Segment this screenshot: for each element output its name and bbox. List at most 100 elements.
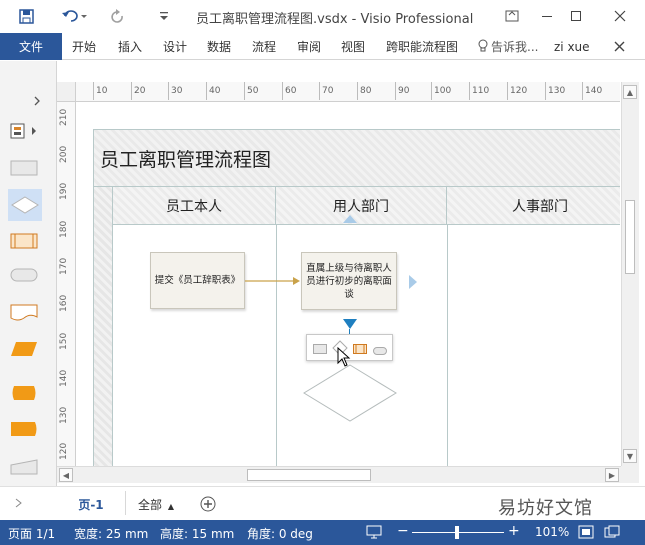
horizontal-scrollbar[interactable]: ◀ ▶ xyxy=(57,466,621,483)
document-shape-icon[interactable] xyxy=(10,304,38,325)
v-ruler-tick: 130 xyxy=(59,406,69,424)
ribbon-display-options-button[interactable] xyxy=(497,4,527,28)
process-shape-interview[interactable]: 直属上级与待离职人员进行初步的离职面谈 xyxy=(301,252,397,310)
scroll-corner xyxy=(621,466,639,483)
data-shape-icon[interactable] xyxy=(10,341,38,360)
page-tab-divider xyxy=(125,491,126,515)
tab-review[interactable]: 审阅 xyxy=(297,33,321,60)
terminator-shape-icon[interactable] xyxy=(10,268,38,285)
tab-process[interactable]: 流程 xyxy=(252,33,276,60)
autoconnect-arrow-right-icon[interactable] xyxy=(409,275,417,292)
vertical-ruler: 210 200 190 180 170 160 150 140 130 120 xyxy=(57,102,76,466)
v-ruler-tick: 180 xyxy=(59,220,69,238)
zoom-level[interactable]: 101% xyxy=(535,525,569,539)
status-angle: 角度: 0 deg xyxy=(247,527,313,541)
tab-design[interactable]: 设计 xyxy=(163,33,187,60)
switch-windows-icon[interactable] xyxy=(604,525,620,542)
h-ruler-tick: 100 xyxy=(430,82,452,100)
zoom-in-icon[interactable]: + xyxy=(508,523,520,539)
customize-quick-access-icon[interactable] xyxy=(152,6,176,26)
presentation-mode-icon[interactable] xyxy=(366,525,382,542)
page-tab-1[interactable]: 页-1 xyxy=(66,490,116,518)
mini-process-shape-icon[interactable] xyxy=(313,343,327,357)
pool-header: 员工离职管理流程图 xyxy=(94,130,620,187)
scroll-left-icon[interactable]: ◀ xyxy=(59,468,73,482)
restore-button[interactable] xyxy=(561,4,591,28)
tab-insert[interactable]: 插入 xyxy=(118,33,142,60)
status-bar: 页面 1/1 宽度: 25 mm 高度: 15 mm 角度: 0 deg − +… xyxy=(0,520,645,545)
autoconnect-arrow-up-icon[interactable] xyxy=(343,212,357,226)
external-data-shape-icon[interactable] xyxy=(10,421,38,440)
stencil-menu-icon[interactable] xyxy=(10,123,40,142)
database-shape-icon[interactable] xyxy=(10,385,38,404)
mini-terminator-shape-icon[interactable] xyxy=(373,344,387,358)
h-ruler-tick: 120 xyxy=(506,82,528,100)
subprocess-shape-icon[interactable] xyxy=(10,233,38,252)
close-ribbon-icon[interactable] xyxy=(614,33,625,60)
horizontal-scroll-thumb[interactable] xyxy=(247,469,371,481)
tell-me-label: 告诉我... xyxy=(491,40,539,54)
diagram-title[interactable]: 员工离职管理流程图 xyxy=(100,145,271,172)
shapes-panel xyxy=(0,61,57,486)
status-page[interactable]: 页面 1/1 xyxy=(8,525,55,542)
manual-input-shape-icon[interactable] xyxy=(10,459,38,478)
expand-panel-icon[interactable] xyxy=(33,95,41,109)
window-title: 员工离职管理流程图.vsdx - Visio Professional xyxy=(196,12,474,27)
h-ruler-tick: 10 xyxy=(92,82,108,100)
fit-page-icon[interactable] xyxy=(578,525,594,542)
h-ruler-tick: 70 xyxy=(318,82,334,100)
v-ruler-tick: 190 xyxy=(59,182,69,200)
lane-header-department[interactable]: 用人部门 xyxy=(276,187,447,225)
tab-cross-functional[interactable]: 跨职能流程图 xyxy=(386,33,458,60)
page-nav-arrows[interactable] xyxy=(14,497,24,511)
all-pages-dropdown[interactable]: 全部 ▲ xyxy=(138,496,174,513)
process-shape-submit-form[interactable]: 提交《员工辞职表》 xyxy=(150,252,245,309)
h-ruler-tick: 110 xyxy=(468,82,490,100)
process-shape-icon[interactable] xyxy=(10,160,38,179)
tell-me-search[interactable]: 告诉我... xyxy=(478,33,538,60)
ruler-corner xyxy=(57,82,76,102)
user-account[interactable]: zi xue xyxy=(554,33,590,60)
tab-file[interactable]: 文件 xyxy=(0,33,62,60)
tab-data[interactable]: 数据 xyxy=(207,33,231,60)
scroll-down-icon[interactable]: ▼ xyxy=(623,449,637,463)
decision-shape-preview[interactable] xyxy=(302,363,398,426)
decision-shape-icon[interactable] xyxy=(8,189,42,221)
undo-icon[interactable] xyxy=(58,6,92,26)
lane-header-employee[interactable]: 员工本人 xyxy=(113,187,276,225)
vertical-scroll-thumb[interactable] xyxy=(625,200,635,274)
v-ruler-tick: 210 xyxy=(59,108,69,126)
close-button[interactable] xyxy=(605,4,635,28)
v-ruler-tick: 160 xyxy=(59,294,69,312)
page-tab-bar: 页-1 全部 ▲ 易坊好文馆 xyxy=(0,486,645,520)
ribbon-tab-bar: 文件 开始 插入 设计 数据 流程 审阅 视图 跨职能流程图 告诉我... zi… xyxy=(0,33,645,60)
h-ruler-tick: 130 xyxy=(544,82,566,100)
zoom-out-icon[interactable]: − xyxy=(397,523,409,539)
h-ruler-tick: 140 xyxy=(581,82,603,100)
vertical-scrollbar[interactable]: ▲ ▼ xyxy=(621,82,639,466)
watermark-text: 易坊好文馆 xyxy=(498,498,593,519)
tab-home[interactable]: 开始 xyxy=(72,33,96,60)
h-ruler-tick: 80 xyxy=(356,82,372,100)
scroll-right-icon[interactable]: ▶ xyxy=(605,468,619,482)
lane-divider xyxy=(447,225,448,466)
h-ruler-tick: 40 xyxy=(205,82,221,100)
scroll-up-icon[interactable]: ▲ xyxy=(623,85,637,99)
minimize-button[interactable] xyxy=(532,4,562,28)
drawing-canvas[interactable]: 员工离职管理流程图 员工本人 用人部门 人事部门 提交《员工辞职表》 直属上级与… xyxy=(77,103,620,466)
status-height: 高度: 15 mm xyxy=(160,527,235,541)
mini-subprocess-shape-icon[interactable] xyxy=(353,343,367,357)
zoom-slider-thumb[interactable] xyxy=(455,526,459,539)
v-ruler-tick: 170 xyxy=(59,257,69,275)
connector-arrow[interactable] xyxy=(245,275,301,290)
add-page-icon[interactable] xyxy=(200,496,216,515)
autoconnect-arrow-down-icon[interactable] xyxy=(343,319,357,334)
lightbulb-icon xyxy=(478,39,488,55)
lane-divider xyxy=(276,225,277,466)
redo-icon[interactable] xyxy=(106,6,130,26)
save-icon[interactable] xyxy=(14,6,38,26)
lane-header-hr[interactable]: 人事部门 xyxy=(447,187,620,225)
triangle-up-icon: ▲ xyxy=(167,502,174,511)
tab-view[interactable]: 视图 xyxy=(341,33,365,60)
v-ruler-tick: 120 xyxy=(59,442,69,460)
